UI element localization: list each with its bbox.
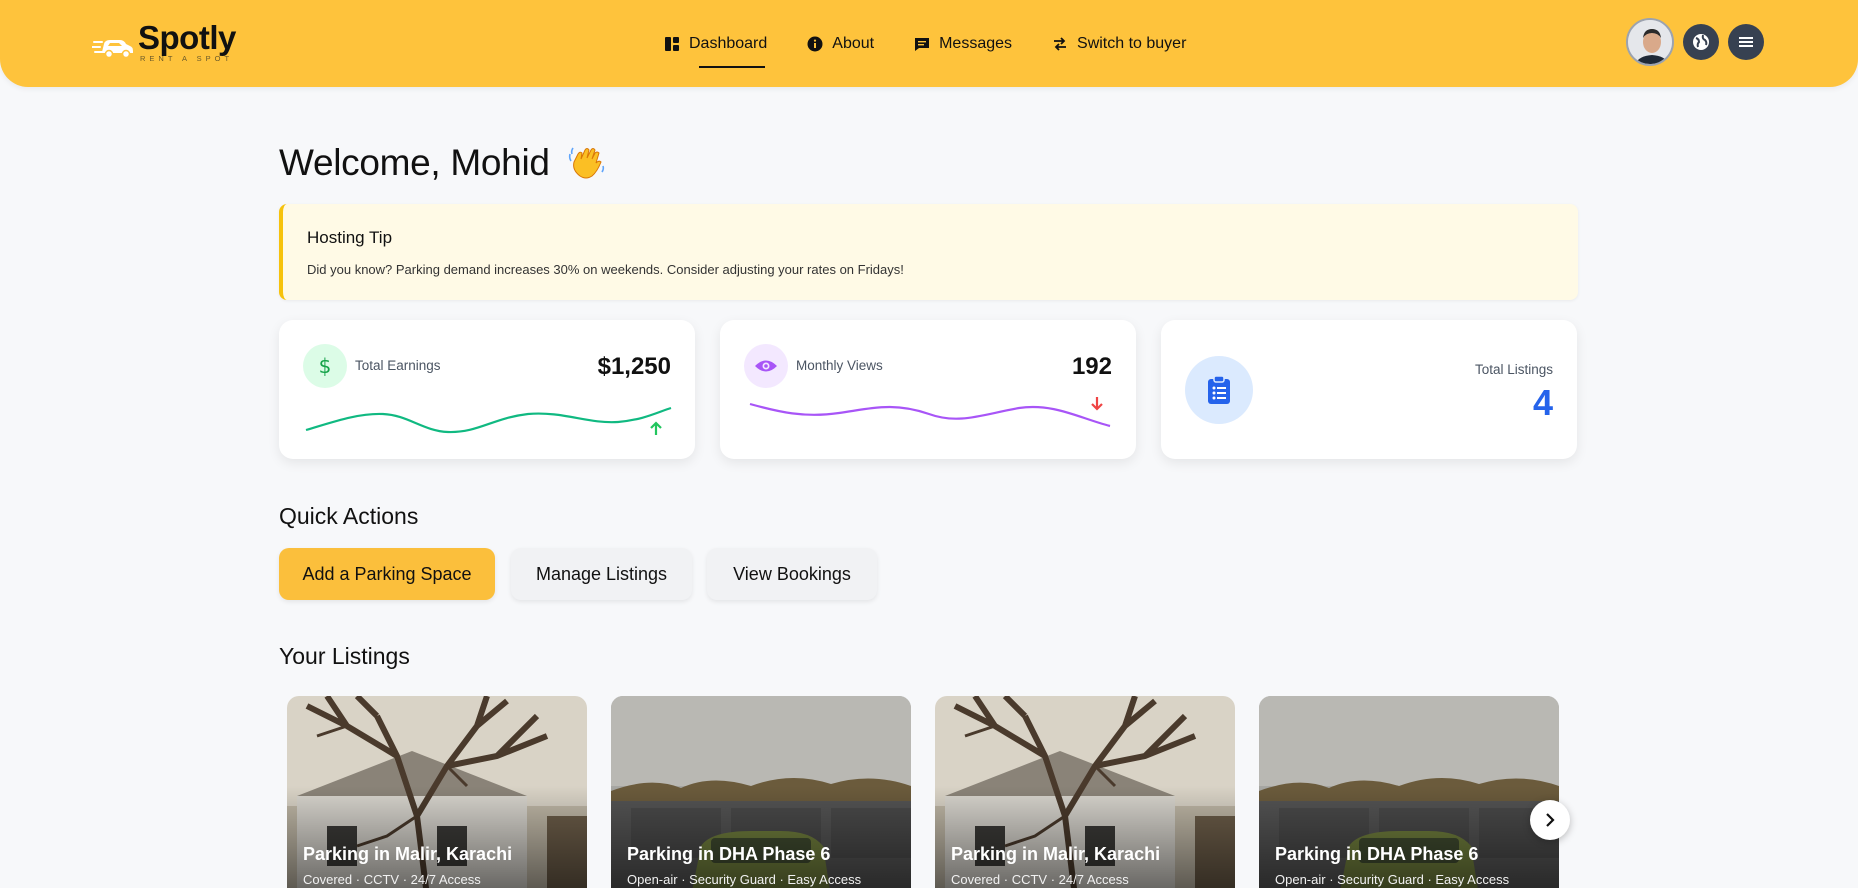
listings-value: 4 bbox=[1532, 382, 1553, 423]
clipboard-list-icon bbox=[1185, 356, 1253, 424]
trend-down-icon bbox=[1091, 397, 1103, 411]
svg-text:$: $ bbox=[319, 354, 332, 378]
listing-title: Parking in DHA Phase 6 bbox=[627, 844, 831, 864]
menu-button[interactable] bbox=[1728, 24, 1764, 60]
dollar-icon: $ bbox=[303, 344, 347, 388]
globe-icon bbox=[1693, 34, 1709, 50]
earnings-card: $ Total Earnings $1,250 bbox=[279, 320, 695, 459]
eye-icon bbox=[744, 344, 788, 388]
views-card: Monthly Views 192 bbox=[720, 320, 1136, 459]
waving-hand-icon bbox=[568, 147, 604, 179]
listing-card[interactable]: Parking in Malir, Karachi Covered · CCTV… bbox=[287, 696, 587, 888]
hamburger-menu-icon bbox=[1739, 37, 1753, 47]
nav-dashboard-label: Dashboard bbox=[689, 34, 768, 52]
views-sparkline bbox=[749, 402, 1111, 428]
manage-listings-button[interactable]: Manage Listings bbox=[511, 548, 692, 600]
listing-title: Parking in DHA Phase 6 bbox=[1275, 844, 1479, 864]
listing-title: Parking in Malir, Karachi bbox=[951, 844, 1161, 864]
message-icon bbox=[915, 37, 930, 51]
listing-card[interactable]: Parking in DHA Phase 6 Open-air · Securi… bbox=[1259, 696, 1559, 888]
brand-tagline: RENT A SPOT bbox=[140, 54, 234, 63]
listing-features: Open-air · Security Guard · Easy Access bbox=[1275, 872, 1510, 887]
top-navbar: Spotly RENT A SPOT Dashboard About Messa… bbox=[0, 0, 1858, 87]
avatar-image bbox=[1628, 20, 1672, 64]
header-actions bbox=[1626, 18, 1764, 66]
listing-features: Open-air · Security Guard · Easy Access bbox=[627, 872, 862, 887]
carousel-next-button[interactable] bbox=[1530, 800, 1570, 840]
listing-card[interactable]: Parking in Malir, Karachi Covered · CCTV… bbox=[935, 696, 1235, 888]
quick-actions-title: Quick Actions bbox=[279, 503, 419, 529]
earnings-label: Total Earnings bbox=[355, 358, 441, 373]
listing-features: Covered · CCTV · 24/7 Access bbox=[951, 872, 1129, 887]
view-bookings-button[interactable]: View Bookings bbox=[707, 548, 877, 600]
listing-features: Covered · CCTV · 24/7 Access bbox=[303, 872, 481, 887]
language-button[interactable] bbox=[1683, 24, 1719, 60]
add-parking-space-button[interactable]: Add a Parking Space bbox=[279, 548, 495, 600]
hosting-tip-banner: Hosting Tip Did you know? Parking demand… bbox=[279, 204, 1578, 300]
your-listings-title: Your Listings bbox=[279, 643, 410, 669]
tip-title: Hosting Tip bbox=[307, 228, 393, 247]
views-value: 192 bbox=[1071, 353, 1112, 380]
car-logo-icon bbox=[92, 40, 133, 59]
nav-about[interactable]: About bbox=[807, 0, 874, 87]
trend-up-icon bbox=[650, 421, 662, 435]
main-nav: Dashboard About Messages Switch to buyer bbox=[664, 0, 1226, 87]
info-icon bbox=[807, 36, 823, 51]
dashboard-icon bbox=[665, 36, 679, 51]
chevron-right-icon bbox=[1546, 813, 1555, 827]
listings-label: Total Listings bbox=[1474, 362, 1553, 377]
earnings-sparkline bbox=[305, 406, 672, 434]
nav-messages[interactable]: Messages bbox=[914, 0, 1012, 87]
nav-switch-buyer-label: Switch to buyer bbox=[1077, 34, 1187, 52]
tip-text: Did you know? Parking demand increases 3… bbox=[307, 262, 904, 277]
nav-switch-buyer[interactable]: Switch to buyer bbox=[1052, 0, 1186, 87]
listing-title: Parking in Malir, Karachi bbox=[303, 844, 513, 864]
user-avatar[interactable] bbox=[1626, 18, 1674, 66]
welcome-text: Welcome, Mohid bbox=[279, 142, 550, 183]
brand-name: Spotly bbox=[138, 19, 236, 56]
views-label: Monthly Views bbox=[796, 358, 883, 373]
listing-card[interactable]: Parking in DHA Phase 6 Open-air · Securi… bbox=[611, 696, 911, 888]
earnings-value: $1,250 bbox=[597, 353, 671, 380]
nav-dashboard[interactable]: Dashboard bbox=[664, 0, 767, 87]
page-title: Welcome, Mohid bbox=[279, 142, 608, 184]
brand-logo[interactable]: Spotly RENT A SPOT bbox=[92, 20, 236, 68]
total-listings-card: Total Listings 4 bbox=[1161, 320, 1577, 459]
nav-about-label: About bbox=[832, 34, 875, 52]
switch-icon bbox=[1054, 36, 1067, 51]
nav-messages-label: Messages bbox=[939, 34, 1013, 52]
